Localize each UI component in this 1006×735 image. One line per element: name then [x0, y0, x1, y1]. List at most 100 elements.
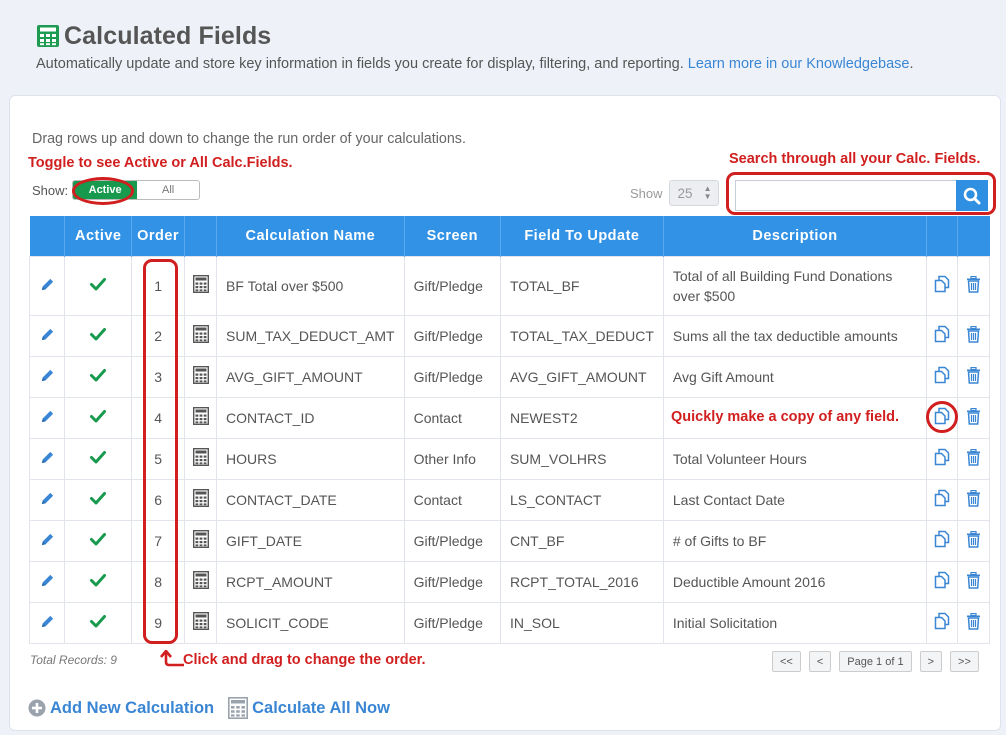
calc-type-cell	[184, 519, 218, 562]
col-name[interactable]: Calculation Name	[216, 216, 405, 256]
table-row[interactable]: 3 AVG_GIFT_AMOUNT Gift/Pledge AVG_GIFT_AMOU…	[28, 355, 990, 398]
copy-button[interactable]	[926, 255, 959, 316]
copy-icon	[934, 275, 950, 293]
delete-button[interactable]	[957, 437, 990, 480]
edit-button[interactable]	[28, 355, 66, 398]
copy-button[interactable]	[926, 396, 959, 439]
col-edit	[29, 216, 66, 256]
delete-button[interactable]	[957, 396, 990, 439]
order-cell[interactable]: 7	[130, 519, 186, 562]
delete-button[interactable]	[957, 478, 990, 521]
copy-button[interactable]	[926, 519, 959, 562]
delete-button[interactable]	[957, 314, 990, 357]
edit-button[interactable]	[28, 396, 66, 439]
description-cell: Last Contact Date	[662, 478, 928, 521]
edit-button[interactable]	[28, 255, 66, 316]
copy-button[interactable]	[926, 314, 959, 357]
copy-button[interactable]	[926, 601, 959, 644]
col-icon	[184, 216, 218, 256]
order-cell[interactable]: 6	[130, 478, 186, 521]
col-description[interactable]: Description	[663, 216, 928, 256]
calculator-icon	[192, 274, 209, 294]
field-cell: RCPT_TOTAL_2016	[499, 560, 664, 603]
calculator-icon	[192, 406, 209, 426]
screen-cell: Contact	[403, 396, 501, 439]
col-field[interactable]: Field To Update	[500, 216, 664, 256]
table-row[interactable]: 7 GIFT_DATE Gift/Pledge CNT_BF # of Gifts to…	[28, 519, 990, 562]
order-cell[interactable]: 4	[130, 396, 186, 439]
checkmark-icon	[90, 574, 107, 587]
page-title-row: Calculated Fields	[36, 20, 996, 52]
table-row[interactable]: 1 BF Total over $500 Gift/Pledge TOTAL_BF To…	[28, 255, 990, 316]
copy-icon	[934, 571, 950, 589]
order-cell[interactable]: 3	[130, 355, 186, 398]
table-row[interactable]: 9 SOLICIT_CODE Gift/Pledge IN_SOL Initial So…	[28, 601, 990, 644]
order-cell[interactable]: 9	[130, 601, 186, 644]
edit-button[interactable]	[28, 560, 66, 603]
trash-icon	[967, 275, 981, 293]
calculator-icon	[228, 697, 249, 719]
calc-type-cell	[184, 560, 218, 603]
toggle-all-option[interactable]: All	[137, 181, 200, 199]
copy-icon	[934, 407, 950, 425]
field-cell: NEWEST2	[499, 396, 664, 439]
page-size-select[interactable]: 25 ▲ ▼	[668, 180, 719, 206]
page-size-value: 25	[677, 185, 693, 201]
knowledgebase-link[interactable]: Learn more in our Knowledgebase	[688, 56, 910, 72]
table-row[interactable]: 6 CONTACT_DATE Contact LS_CONTACT Last Conta…	[28, 478, 990, 521]
name-cell: CONTACT_ID	[216, 396, 405, 439]
table-row[interactable]: 2 SUM_TAX_DEDUCT_AMT Gift/Pledge TOTAL_TAX_…	[28, 314, 990, 357]
calculate-all-label: Calculate All Now	[252, 698, 390, 717]
checkmark-icon	[90, 492, 107, 505]
screen-cell: Contact	[403, 478, 501, 521]
calc-fields-table: Active Order Calculation Name Screen Fie…	[28, 216, 990, 644]
delete-button[interactable]	[957, 255, 990, 316]
order-cell[interactable]: 1	[130, 255, 186, 316]
delete-button[interactable]	[957, 519, 990, 562]
edit-pencil-icon	[41, 369, 53, 381]
copy-button[interactable]	[926, 478, 959, 521]
table-row[interactable]: 8 RCPT_AMOUNT Gift/Pledge RCPT_TOTAL_2016 De…	[28, 560, 990, 603]
delete-button[interactable]	[957, 355, 990, 398]
edit-button[interactable]	[28, 314, 66, 357]
order-cell[interactable]: 8	[130, 560, 186, 603]
edit-button[interactable]	[28, 519, 66, 562]
pager-prev[interactable]: <	[808, 651, 832, 672]
delete-button[interactable]	[957, 601, 990, 644]
name-cell: SUM_TAX_DEDUCT_AMT	[216, 314, 405, 357]
pager-next[interactable]: >	[919, 651, 943, 672]
checkmark-icon	[90, 278, 107, 291]
copy-button[interactable]	[926, 437, 959, 480]
subtitle-period: .	[909, 56, 914, 72]
add-calculation-button[interactable]: Add New Calculation	[28, 699, 214, 718]
pager-first[interactable]: <<	[772, 651, 801, 672]
edit-button[interactable]	[28, 601, 66, 644]
subtitle-text: Automatically update and store key infor…	[36, 56, 684, 72]
copy-icon	[934, 448, 950, 466]
field-cell: LS_CONTACT	[499, 478, 664, 521]
calc-type-cell	[184, 255, 218, 316]
table-row[interactable]: 5 HOURS Other Info SUM_VOLHRS Total Voluntee…	[28, 437, 990, 480]
copy-button[interactable]	[926, 560, 959, 603]
copy-annotation: Quickly make a copy of any field.	[671, 409, 900, 425]
description-cell: # of Gifts to BF	[662, 519, 928, 562]
search-input[interactable]	[735, 180, 956, 211]
calculate-all-button[interactable]: Calculate All Now	[228, 697, 390, 719]
edit-pencil-icon	[41, 451, 53, 463]
delete-button[interactable]	[957, 560, 990, 603]
edit-button[interactable]	[28, 478, 66, 521]
col-screen[interactable]: Screen	[404, 216, 501, 256]
order-cell[interactable]: 5	[130, 437, 186, 480]
pager-last[interactable]: >>	[950, 651, 979, 672]
order-cell[interactable]: 2	[130, 314, 186, 357]
calculator-icon	[37, 25, 59, 47]
bottom-actions: Add New Calculation Calculate All Now	[28, 697, 404, 719]
pager-page: Page 1 of 1	[839, 651, 912, 672]
search-button[interactable]	[956, 180, 988, 211]
edit-button[interactable]	[28, 437, 66, 480]
col-active[interactable]: Active	[64, 216, 132, 256]
col-order[interactable]: Order	[131, 216, 186, 256]
copy-button[interactable]	[926, 355, 959, 398]
edit-pencil-icon	[41, 410, 53, 422]
field-cell: CNT_BF	[499, 519, 664, 562]
